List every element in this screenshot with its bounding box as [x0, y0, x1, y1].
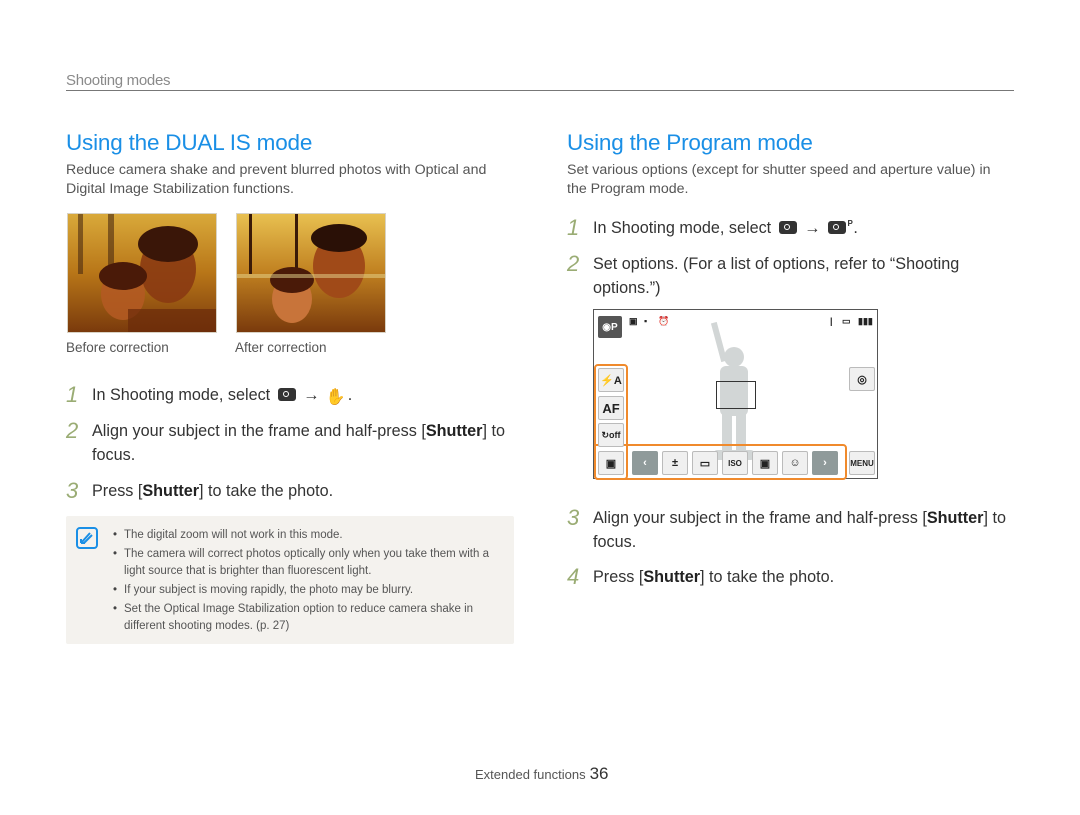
dual-is-icon: ✋	[325, 389, 346, 406]
step-number: 2	[567, 251, 580, 276]
white-balance-icon[interactable]: ▭	[692, 451, 718, 475]
prev-icon[interactable]: ‹	[632, 451, 658, 475]
ois-off-icon[interactable]: ↻off	[598, 423, 624, 447]
shutter-key: Shutter	[425, 422, 483, 440]
note-item: The digital zoom will not work in this m…	[113, 527, 508, 544]
shutter-key: Shutter	[926, 509, 984, 527]
dual-step-3: 3 Press [Shutter] to take the photo.	[66, 478, 334, 503]
metering-icon[interactable]: ▣	[752, 451, 778, 475]
step-number: 3	[567, 505, 580, 530]
after-correction-photo	[236, 213, 386, 333]
shutter-key: Shutter	[643, 568, 701, 586]
quality-icon: ▪	[644, 316, 648, 326]
timer-icon: ⏰	[658, 316, 670, 326]
page-footer: Extended functions 36	[475, 764, 609, 784]
program-step-3: 3 Align your subject in the frame and ha…	[567, 505, 1006, 552]
image-size-icon: ▣	[629, 316, 638, 326]
stabilizer-icon[interactable]: ◎	[849, 367, 875, 391]
af-icon[interactable]: AF	[598, 396, 624, 420]
note-item: Set the Optical Image Stabilization opti…	[113, 601, 508, 635]
program-title: Using the Program mode	[567, 130, 813, 155]
face-detect-off-icon[interactable]: ☺	[782, 451, 808, 475]
section-header: Shooting modes	[66, 72, 171, 89]
step-number: 4	[567, 564, 580, 589]
flash-auto-icon[interactable]: ⚡A	[598, 368, 624, 392]
menu-button[interactable]: MENU	[849, 451, 875, 475]
camera-icon	[778, 221, 797, 234]
next-icon[interactable]: ›	[812, 451, 838, 475]
dual-is-intro: Reduce camera shake and prevent blurred …	[66, 162, 487, 197]
battery-icon: ▮▮▮	[858, 316, 873, 326]
note-item: If your subject is moving rapidly, the p…	[113, 582, 508, 599]
focus-frame	[716, 381, 756, 409]
note-list: The digital zoom will not work in this m…	[113, 527, 508, 637]
program-step-2: 2 Set options. (For a list of options, r…	[567, 251, 960, 298]
note-item: The camera will correct photos optically…	[113, 546, 508, 580]
program-step-1: 1 In Shooting mode, select → .	[567, 212, 1012, 240]
step-number: 3	[66, 478, 79, 503]
program-intro: Set various options (except for shutter …	[567, 162, 991, 197]
iso-icon[interactable]: ISO	[722, 451, 748, 475]
card-icon: ▭	[842, 316, 851, 326]
dual-step-2: 2 Align your subject in the frame and ha…	[66, 418, 505, 465]
program-mode-icon	[827, 212, 853, 236]
step-number: 1	[66, 382, 79, 407]
footer-label: Extended functions	[475, 767, 586, 782]
shutter-key: Shutter	[142, 482, 200, 500]
display-settings-icon[interactable]: ▣	[598, 451, 624, 475]
note-box: The digital zoom will not work in this m…	[66, 516, 514, 644]
page-number: 36	[589, 764, 609, 783]
program-step-4: 4 Press [Shutter] to take the photo.	[567, 564, 835, 589]
dual-step-1: 1 In Shooting mode, select → ✋.	[66, 383, 506, 410]
dual-is-title: Using the DUAL IS mode	[66, 130, 313, 155]
note-pencil-icon	[76, 527, 98, 549]
after-caption: After correction	[235, 340, 327, 355]
step-number: 1	[567, 215, 580, 240]
step-number: 2	[66, 418, 79, 443]
camera-icon	[277, 388, 296, 401]
before-correction-photo	[67, 213, 217, 333]
camera-screen: ◉P ▣ ▪ ⏰ | ▭ ▮▮▮ ⚡A AF ↻off ▣ ◎ ‹ ± ▭ IS…	[593, 309, 878, 480]
memory-icon: |	[830, 316, 833, 326]
program-mode-icon[interactable]: ◉P	[598, 316, 622, 338]
section-divider	[66, 90, 1014, 91]
ev-icon[interactable]: ±	[662, 451, 688, 475]
before-caption: Before correction	[66, 340, 169, 355]
